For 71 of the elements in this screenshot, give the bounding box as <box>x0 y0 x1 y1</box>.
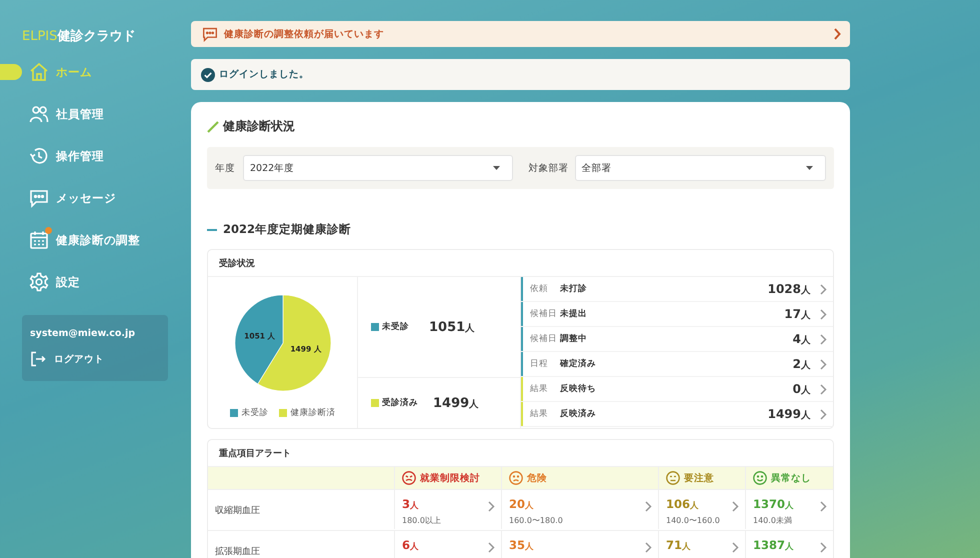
card-title: 受診状況 <box>208 250 833 277</box>
frown-icon <box>402 471 416 485</box>
account-email: system@miew.co.jp <box>30 328 136 339</box>
row-label: 拡張期血圧 <box>208 530 394 558</box>
alert-cell[interactable]: 106人 140.0〜160.0 <box>658 489 745 529</box>
chevron-right-icon <box>732 501 739 512</box>
calendar-icon <box>29 230 49 250</box>
total-label: 未受診 <box>382 321 410 333</box>
people-icon <box>29 104 49 124</box>
panel-title: 健康診断状況 <box>223 118 295 135</box>
message-text: ログインしました。 <box>219 68 309 81</box>
message-icon <box>29 188 49 208</box>
column-header: 異常なし <box>771 472 811 484</box>
alert-cell[interactable]: 3人 180.0以上 <box>394 489 501 529</box>
legend-swatch <box>278 408 286 416</box>
home-icon <box>29 62 49 82</box>
history-icon <box>29 146 49 166</box>
status-row[interactable]: 結果 反映待ち 0人 <box>521 377 833 402</box>
chevron-right-icon <box>645 542 652 553</box>
dropdown-field[interactable]: 2022年度 <box>243 155 512 181</box>
total-label: 受診済み <box>382 397 419 409</box>
row-label: 収縮期血圧 <box>208 489 394 530</box>
neutral-face-icon <box>666 471 680 485</box>
status-row[interactable]: 候補日 調整中 4人 <box>521 327 833 352</box>
alert-cell[interactable]: 6人 <box>394 530 501 558</box>
chevron-right-icon <box>732 542 739 553</box>
alert-cell[interactable]: 35人 <box>501 530 658 558</box>
status-row[interactable]: 依頼 未打診 1028人 <box>521 277 833 302</box>
filter-label: 年度 <box>215 162 235 174</box>
total-count: 1051人 <box>429 320 476 334</box>
chevron-right-icon <box>645 501 652 512</box>
chevron-right-icon <box>488 501 495 512</box>
caret-icon <box>806 166 813 170</box>
smile-icon <box>753 471 767 485</box>
legend-swatch <box>230 408 238 416</box>
chevron-right-icon <box>833 28 841 40</box>
chevron-right-icon <box>820 501 827 512</box>
column-header: 就業制限検討 <box>420 472 480 484</box>
check-circle-icon <box>201 68 215 82</box>
filter-label: 対象部署 <box>528 162 566 174</box>
alert-cell[interactable]: 1370人 140.0未満 <box>745 489 833 529</box>
caret-icon <box>492 166 500 170</box>
status-row[interactable]: 結果 反映済み 1499人 <box>521 402 833 427</box>
frown-icon <box>509 471 523 485</box>
column-header: 危険 <box>527 472 547 484</box>
notification-banner[interactable]: 健康診断の調整依頼が届いています <box>191 21 850 47</box>
total-count: 1499人 <box>433 396 480 410</box>
chevron-right-icon <box>820 542 827 553</box>
chevron-right-icon <box>488 542 495 553</box>
legend-label: 未受診 <box>242 406 268 418</box>
logout-link[interactable]: ログアウト <box>30 351 160 367</box>
settings-icon <box>29 272 49 292</box>
app-logo: ELPIS健診クラウド <box>22 28 136 45</box>
chevron-right-icon <box>820 308 827 320</box>
alert-cell[interactable]: 71人 <box>658 530 745 558</box>
logout-icon <box>30 351 46 367</box>
message-icon <box>202 26 218 42</box>
chevron-right-icon <box>820 384 827 394</box>
pencil-icon <box>207 120 219 132</box>
alert-cell[interactable]: 20人 160.0〜180.0 <box>501 489 658 529</box>
status-row[interactable]: 日程 確定済み 2人 <box>521 352 833 377</box>
legend-label: 健康診断済 <box>290 406 336 418</box>
chevron-right-icon <box>820 408 827 420</box>
chevron-right-icon <box>820 334 827 344</box>
column-header: 要注意 <box>684 472 714 484</box>
chevron-right-icon <box>820 284 827 294</box>
alert-cell[interactable]: 1387人 <box>745 530 833 558</box>
dropdown-field[interactable]: 全部署 <box>574 155 826 181</box>
chevron-right-icon <box>820 358 827 370</box>
status-row[interactable]: 候補日 未提出 17人 <box>521 302 833 327</box>
section-title: 2022年度定期健康診断 <box>223 222 352 237</box>
